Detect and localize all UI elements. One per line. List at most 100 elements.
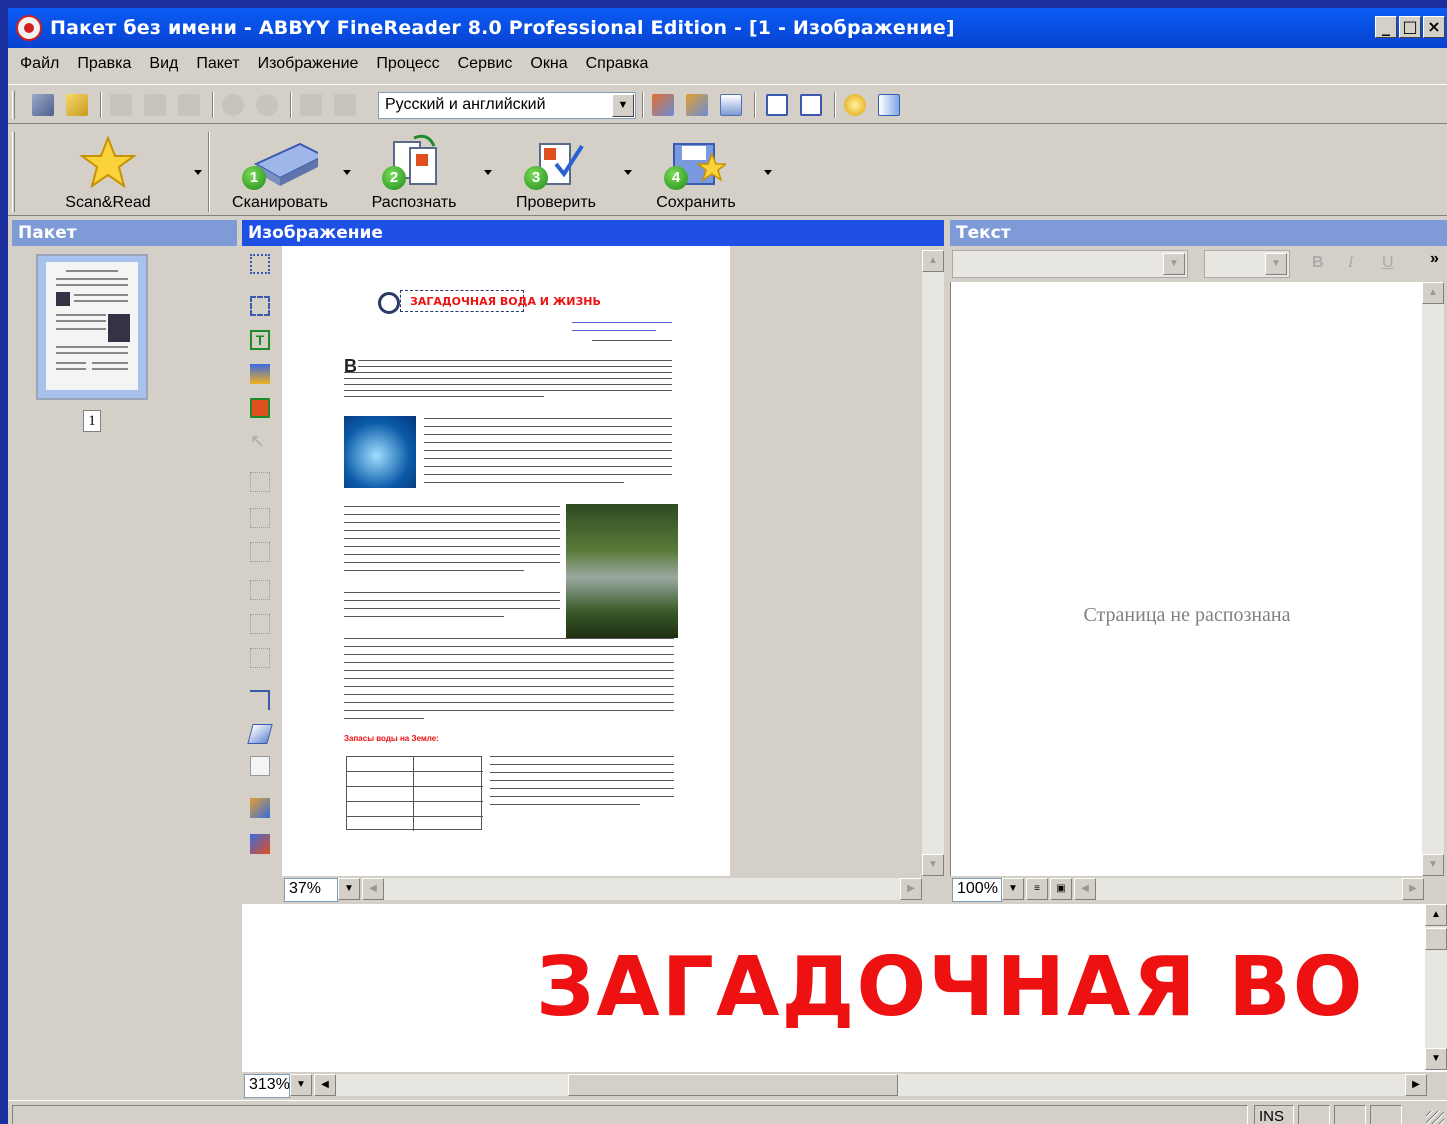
style-select[interactable]: ▼ bbox=[952, 250, 1188, 278]
image-horizontal-scrollbar[interactable] bbox=[384, 878, 900, 900]
toolbar-overflow-icon[interactable]: » bbox=[1430, 250, 1439, 268]
scroll-right-icon[interactable]: ▶ bbox=[1402, 878, 1424, 900]
zoom-vertical-scrollbar[interactable]: ▲ ▼ bbox=[1425, 904, 1447, 1070]
minimize-button[interactable]: _ bbox=[1375, 16, 1397, 38]
check-dropdown-icon[interactable] bbox=[624, 170, 632, 175]
image-zoom-dropdown-icon[interactable]: ▼ bbox=[338, 878, 360, 900]
scroll-left-icon[interactable]: ◀ bbox=[362, 878, 384, 900]
two-pages-icon[interactable] bbox=[766, 94, 788, 116]
help-book-icon[interactable] bbox=[878, 94, 900, 116]
scroll-up-icon[interactable]: ▲ bbox=[1425, 904, 1447, 926]
paste-icon[interactable] bbox=[178, 94, 200, 116]
open-folder-icon[interactable] bbox=[66, 94, 88, 116]
cut-icon[interactable] bbox=[110, 94, 132, 116]
menu-help[interactable]: Справка bbox=[586, 55, 649, 73]
scroll-down-icon[interactable]: ▼ bbox=[1425, 1048, 1447, 1070]
image-text-window-icon[interactable] bbox=[686, 94, 708, 116]
text-editor[interactable]: Страница не распознана bbox=[950, 282, 1422, 876]
options-gear-icon[interactable] bbox=[844, 94, 866, 116]
scroll-right-icon[interactable]: ▶ bbox=[1405, 1074, 1427, 1096]
text-horizontal-scrollbar[interactable] bbox=[1096, 878, 1402, 900]
check-button[interactable]: 3 Проверить bbox=[496, 130, 616, 214]
text-zoom-field[interactable]: 100% bbox=[952, 878, 1002, 902]
image-enhance-icon[interactable] bbox=[250, 798, 270, 818]
scroll-thumb[interactable] bbox=[568, 1074, 898, 1096]
redo-icon[interactable] bbox=[256, 94, 278, 116]
zoom-horizontal-scrollbar[interactable] bbox=[336, 1074, 1405, 1096]
block-select-icon[interactable] bbox=[250, 296, 270, 316]
scroll-down-icon[interactable]: ▼ bbox=[922, 854, 944, 876]
chevron-down-icon[interactable]: ▼ bbox=[612, 94, 634, 117]
menu-tools[interactable]: Сервис bbox=[458, 55, 513, 73]
zoom-pane[interactable]: ЗАГАДОЧНАЯ ВО ▲ ▼ 313% ▼ ◀ ▶ bbox=[242, 904, 1447, 1100]
finereader-logo-icon[interactable] bbox=[16, 15, 42, 41]
recognize-button[interactable]: 2 Распознать bbox=[354, 130, 474, 214]
scroll-up-icon[interactable]: ▲ bbox=[922, 250, 944, 272]
eraser-icon[interactable] bbox=[247, 724, 273, 744]
recognize-dropdown-icon[interactable] bbox=[484, 170, 492, 175]
page-properties-icon[interactable] bbox=[250, 756, 270, 776]
select-area-icon[interactable] bbox=[250, 254, 270, 274]
toolbar-grip[interactable] bbox=[12, 132, 15, 212]
add-block-icon[interactable] bbox=[250, 472, 270, 492]
image-zoom-field[interactable]: 37% bbox=[284, 878, 338, 902]
close-button[interactable]: × bbox=[1423, 16, 1445, 38]
text-zoom-dropdown-icon[interactable]: ▼ bbox=[1002, 878, 1024, 900]
document-image[interactable]: ЗАГАДОЧНАЯ ВОДА И ЖИЗНЬ B Запасы воды на… bbox=[282, 246, 730, 876]
menu-windows[interactable]: Окна bbox=[530, 55, 567, 73]
scan-button[interactable]: 1 Сканировать bbox=[220, 130, 340, 214]
page-layout-icon[interactable]: ▣ bbox=[1050, 878, 1072, 900]
scroll-down-icon[interactable]: ▼ bbox=[1422, 854, 1444, 876]
save-button[interactable]: 4 Сохранить bbox=[636, 130, 756, 214]
menu-batch[interactable]: Пакет bbox=[196, 55, 239, 73]
table-view-icon[interactable] bbox=[800, 94, 822, 116]
text-block-icon[interactable]: T bbox=[250, 330, 270, 350]
bold-icon[interactable]: B bbox=[1312, 254, 1324, 272]
menu-process[interactable]: Процесс bbox=[376, 55, 439, 73]
order-blocks-icon[interactable] bbox=[250, 580, 270, 600]
previous-page-icon[interactable] bbox=[300, 94, 322, 116]
table-block-icon[interactable] bbox=[250, 364, 270, 384]
image-window-icon[interactable] bbox=[652, 94, 674, 116]
zoom-pane-zoom-field[interactable]: 313% bbox=[244, 1074, 290, 1098]
split-cells-icon[interactable] bbox=[250, 648, 270, 668]
align-text-icon[interactable]: ≡ bbox=[1026, 878, 1048, 900]
scroll-left-icon[interactable]: ◀ bbox=[314, 1074, 336, 1096]
toolbar-grip[interactable] bbox=[12, 91, 15, 119]
resize-grip-icon[interactable] bbox=[1426, 1111, 1444, 1124]
scroll-up-icon[interactable]: ▲ bbox=[1422, 282, 1444, 304]
picture-block-icon[interactable] bbox=[250, 398, 270, 418]
menu-image[interactable]: Изображение bbox=[258, 55, 359, 73]
crop-icon[interactable] bbox=[250, 690, 270, 710]
maximize-button[interactable]: □ bbox=[1399, 16, 1421, 38]
image-vertical-scrollbar[interactable]: ▲ ▼ bbox=[922, 250, 944, 876]
new-batch-icon[interactable] bbox=[32, 94, 54, 116]
pointer-icon[interactable]: ↖ bbox=[250, 432, 270, 452]
copy-icon[interactable] bbox=[144, 94, 166, 116]
underline-icon[interactable]: U bbox=[1382, 254, 1394, 272]
page-thumbnail[interactable] bbox=[36, 254, 148, 400]
zoom-dropdown-icon[interactable]: ▼ bbox=[290, 1074, 312, 1096]
italic-icon[interactable]: I bbox=[1348, 254, 1353, 272]
language-select[interactable]: Русский и английский ▼ bbox=[378, 92, 636, 119]
scan-dropdown-icon[interactable] bbox=[343, 170, 351, 175]
chevron-down-icon[interactable]: ▼ bbox=[1265, 253, 1287, 275]
image-color-icon[interactable] bbox=[250, 834, 270, 854]
undo-icon[interactable] bbox=[222, 94, 244, 116]
scan-read-button[interactable]: Scan&Read bbox=[48, 130, 168, 214]
scan-read-dropdown-icon[interactable] bbox=[194, 170, 202, 175]
font-size-select[interactable]: ▼ bbox=[1204, 250, 1290, 278]
next-page-icon[interactable] bbox=[334, 94, 356, 116]
grid-icon[interactable] bbox=[250, 614, 270, 634]
scroll-thumb[interactable] bbox=[1425, 928, 1447, 950]
menu-view[interactable]: Вид bbox=[149, 55, 178, 73]
text-window-icon[interactable] bbox=[720, 94, 742, 116]
scroll-left-icon[interactable]: ◀ bbox=[1074, 878, 1096, 900]
menu-edit[interactable]: Правка bbox=[77, 55, 131, 73]
text-vertical-scrollbar[interactable]: ▲ ▼ bbox=[1422, 282, 1444, 876]
menu-file[interactable]: Файл bbox=[20, 55, 59, 73]
cut-block-icon[interactable] bbox=[250, 508, 270, 528]
chevron-down-icon[interactable]: ▼ bbox=[1163, 253, 1185, 275]
delete-block-icon[interactable] bbox=[250, 542, 270, 562]
scroll-right-icon[interactable]: ▶ bbox=[900, 878, 922, 900]
